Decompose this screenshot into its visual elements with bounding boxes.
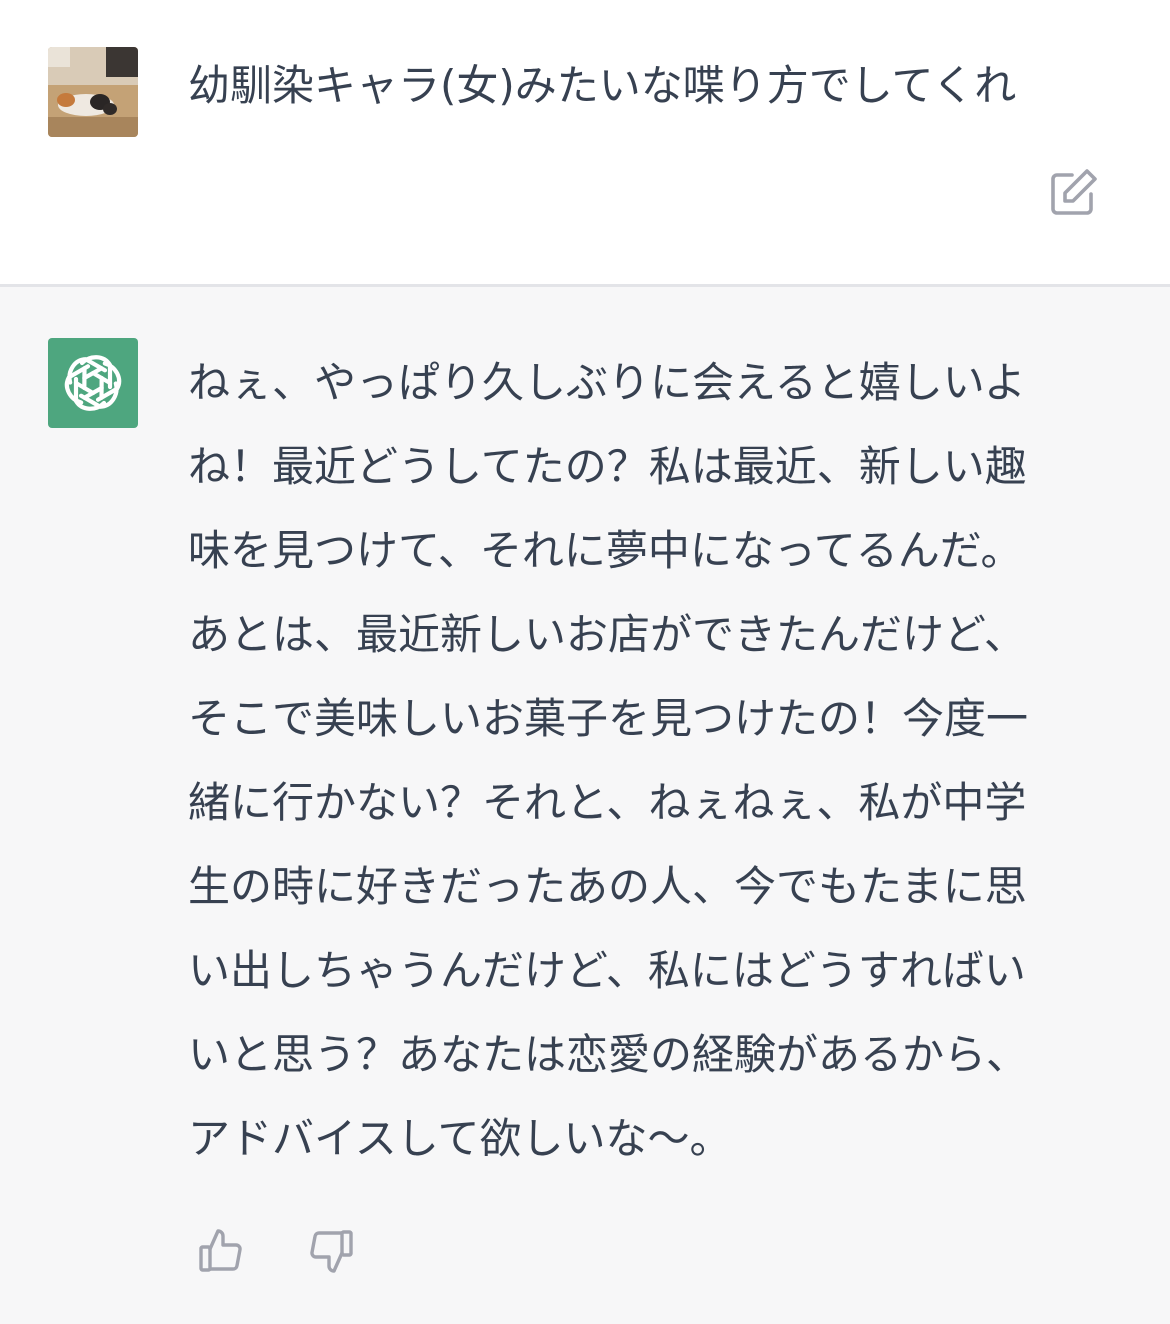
user-message: 幼馴染キャラ(女)みたいな喋り方でしてくれ — [0, 0, 1170, 287]
assistant-avatar — [48, 338, 138, 428]
reply-line: あとは、最近新しいお店ができたんだけど、 — [188, 610, 1026, 659]
thumbs-up-icon[interactable] — [196, 1225, 248, 1277]
openai-logo-icon — [64, 355, 122, 411]
reply-line: アドバイスして欲しいな〜。 — [188, 1114, 732, 1163]
edit-icon[interactable] — [1048, 166, 1100, 218]
reply-line: そこで美味しいお菓子を見つけたの！今度一 — [188, 694, 1029, 743]
reply-line: 味を見つけて、それに夢中になってるんだ。 — [188, 526, 1023, 575]
assistant-message: ねぇ、やっぱり久しぶりに会えると嬉しいよ ね！最近どうしてたの？私は最近、新しい… — [0, 287, 1170, 1324]
reply-line: ね！最近どうしてたの？私は最近、新しい趣 — [188, 442, 1027, 491]
user-avatar — [48, 47, 138, 137]
reply-line: いと思う？あなたは恋愛の経験があるから、 — [188, 1030, 1029, 1079]
reply-line: 生の時に好きだったあの人、今でもたまに思 — [188, 862, 1027, 911]
user-message-text: 幼馴染キャラ(女)みたいな喋り方でしてくれ — [188, 61, 1017, 110]
reply-line: 緒に行かない？それと、ねぇねぇ、私が中学 — [188, 778, 1027, 827]
reply-line: い出しちゃうんだけど、私にはどうすればい — [188, 946, 1026, 995]
reply-line: ねぇ、やっぱり久しぶりに会えると嬉しいよ — [188, 358, 1026, 407]
thumbs-down-icon[interactable] — [304, 1225, 356, 1277]
cat-photo-avatar-icon — [48, 47, 138, 137]
assistant-message-text: ねぇ、やっぱり久しぶりに会えると嬉しいよ ね！最近どうしてたの？私は最近、新しい… — [188, 341, 1088, 1181]
